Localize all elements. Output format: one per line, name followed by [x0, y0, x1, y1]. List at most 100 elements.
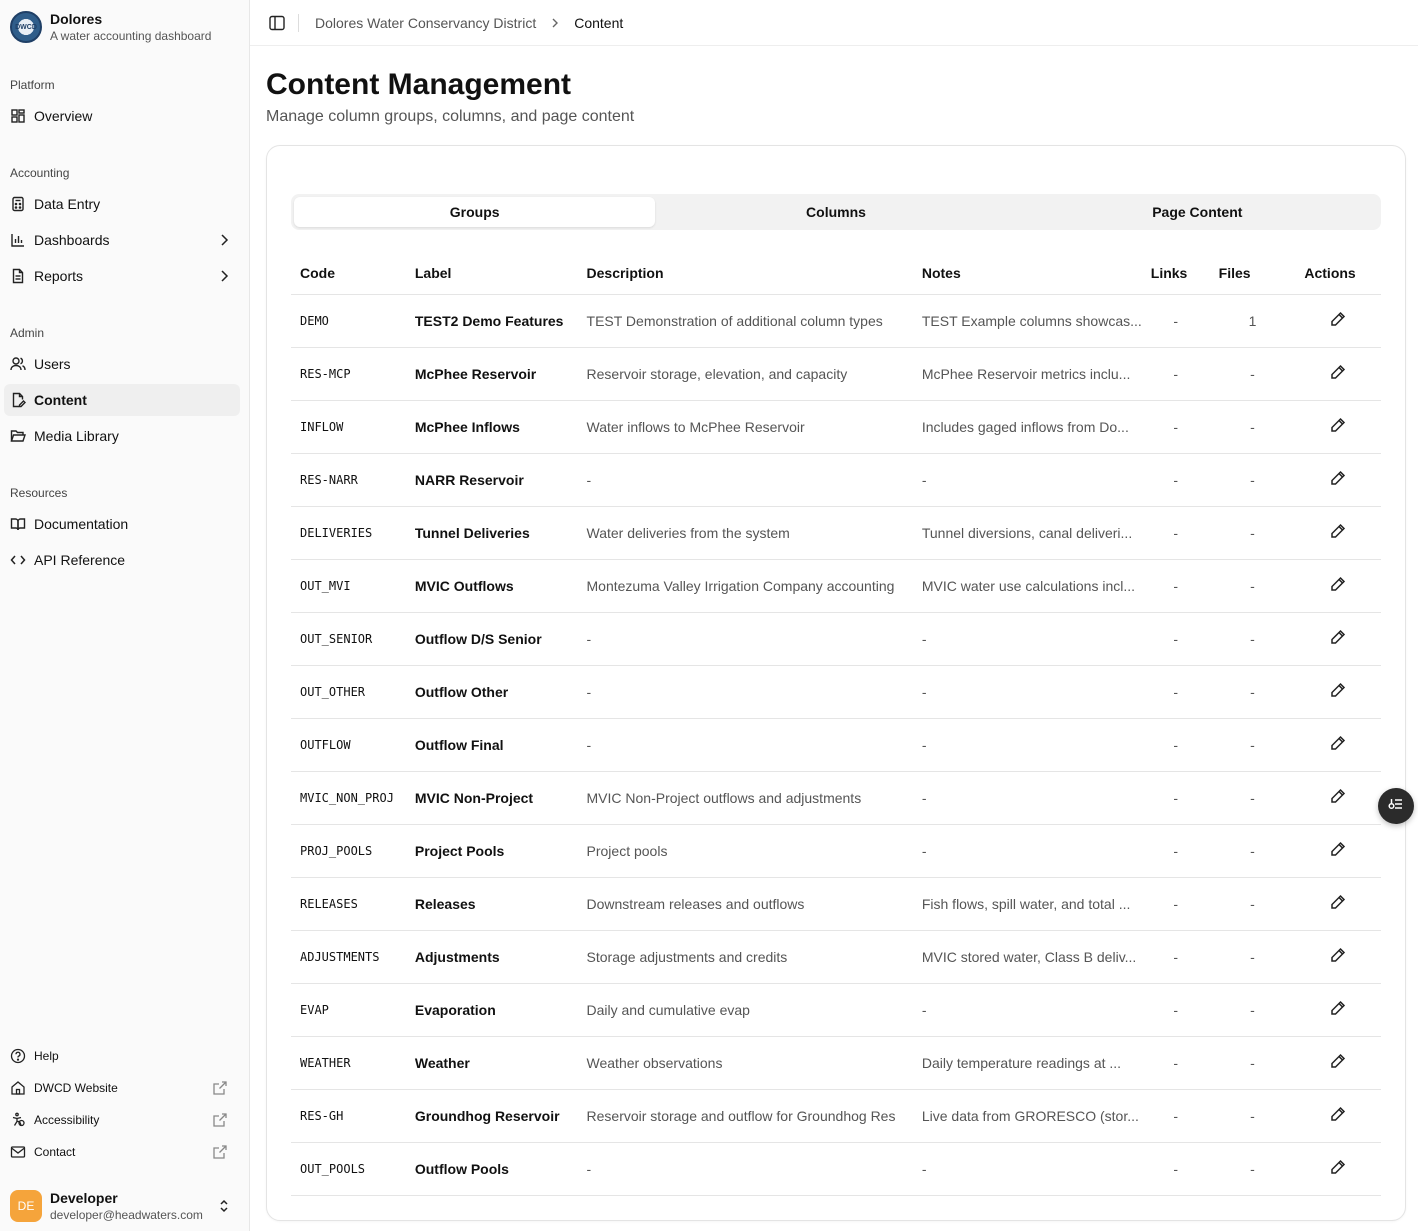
row-files: -: [1209, 665, 1296, 719]
row-label: Tunnel Deliveries: [405, 506, 578, 560]
table-row: DELIVERIES Tunnel Deliveries Water deliver…: [291, 506, 1381, 560]
breadcrumb-parent[interactable]: Dolores Water Conservancy District: [315, 15, 536, 31]
sidebar-item-reports[interactable]: Reports: [4, 260, 240, 292]
contact-label: Contact: [34, 1145, 76, 1159]
row-actions: [1295, 1142, 1381, 1196]
book-open-icon: [10, 516, 26, 532]
sidebar-contact-link[interactable]: Contact: [4, 1138, 240, 1166]
sidebar-item-media-library[interactable]: Media Library: [4, 420, 240, 452]
row-links: -: [1141, 506, 1210, 560]
row-description: MVIC Non-Project outflows and adjustment…: [577, 771, 913, 825]
sidebar-item-api-reference[interactable]: API Reference: [4, 544, 240, 576]
column-header-description[interactable]: Description: [577, 252, 913, 295]
row-notes: -: [912, 665, 1142, 719]
column-header-notes[interactable]: Notes: [912, 252, 1142, 295]
tab-columns[interactable]: Columns: [655, 197, 1016, 227]
sidebar-item-content[interactable]: Content: [4, 384, 240, 416]
column-header-code[interactable]: Code: [291, 252, 406, 295]
row-links: -: [1141, 1142, 1210, 1196]
row-description: Reservoir storage and outflow for Ground…: [577, 1089, 913, 1143]
sidebar-website-link[interactable]: DWCD Website: [4, 1074, 240, 1102]
row-notes: -: [912, 612, 1142, 666]
sidebar-item-label: Overview: [34, 108, 93, 124]
sidebar-item-users[interactable]: Users: [4, 348, 240, 380]
user-name: Developer: [50, 1190, 118, 1206]
edit-pencil-icon[interactable]: [1329, 469, 1347, 487]
row-files: -: [1209, 930, 1296, 984]
edit-pencil-icon[interactable]: [1329, 681, 1347, 699]
district-logo: DWCD: [10, 11, 42, 43]
edit-pencil-icon[interactable]: [1329, 628, 1347, 646]
external-link-icon: [212, 1080, 228, 1096]
tab-groups[interactable]: Groups: [294, 197, 656, 227]
edit-pencil-icon[interactable]: [1329, 946, 1347, 964]
edit-pencil-icon[interactable]: [1329, 999, 1347, 1017]
brand[interactable]: DWCD Dolores A water accounting dashboar…: [10, 10, 211, 44]
sidebar-item-documentation[interactable]: Documentation: [4, 508, 240, 540]
row-description: -: [577, 612, 913, 666]
content-card: Groups Columns Page Content Code Label D…: [266, 145, 1406, 1221]
row-links: -: [1141, 347, 1210, 401]
edit-pencil-icon[interactable]: [1329, 575, 1347, 593]
column-header-files[interactable]: Files: [1209, 252, 1296, 295]
row-actions: [1295, 771, 1381, 825]
row-description: Water deliveries from the system: [577, 506, 913, 560]
tab-page-content[interactable]: Page Content: [1017, 197, 1378, 227]
row-description: -: [577, 665, 913, 719]
row-files: -: [1209, 877, 1296, 931]
home-icon: [10, 1080, 26, 1096]
sidebar-item-label: Content: [34, 392, 87, 408]
calculator-icon: [10, 196, 26, 212]
floating-action-button[interactable]: [1378, 788, 1414, 824]
row-actions: [1295, 1036, 1381, 1090]
sidebar-help-link[interactable]: Help: [4, 1042, 240, 1070]
table-row: INFLOW McPhee Inflows Water inflows to McP…: [291, 400, 1381, 454]
row-actions: [1295, 665, 1381, 719]
row-files: -: [1209, 506, 1296, 560]
edit-pencil-icon[interactable]: [1329, 1158, 1347, 1176]
row-code: OUTFLOW: [291, 718, 406, 772]
edit-pencil-icon[interactable]: [1329, 734, 1347, 752]
edit-pencil-icon[interactable]: [1329, 1105, 1347, 1123]
edit-pencil-icon[interactable]: [1329, 522, 1347, 540]
table-row: PROJ_POOLS Project Pools Project pools - - -: [291, 824, 1381, 878]
row-actions: [1295, 400, 1381, 454]
row-code: RES-NARR: [291, 453, 406, 507]
sidebar-toggle-icon[interactable]: [268, 14, 286, 32]
edit-pencil-icon[interactable]: [1329, 787, 1347, 805]
row-notes: Daily temperature readings at ...: [912, 1036, 1142, 1090]
page-subtitle: Manage column groups, columns, and page …: [266, 108, 635, 125]
section-resources: Resources: [10, 486, 68, 500]
sidebar-item-label: Documentation: [34, 516, 129, 532]
edit-pencil-icon[interactable]: [1329, 893, 1347, 911]
edit-pencil-icon[interactable]: [1329, 1052, 1347, 1070]
row-files: 1: [1209, 294, 1296, 348]
user-menu[interactable]: DE Developer developer@headwaters.com: [10, 1188, 238, 1224]
table-row: OUT_OTHER Outflow Other - - - -: [291, 665, 1381, 719]
row-label: MVIC Non-Project: [405, 771, 578, 825]
row-label: Outflow Final: [405, 718, 578, 772]
row-notes: -: [912, 718, 1142, 772]
column-header-links[interactable]: Links: [1141, 252, 1210, 295]
table-row: ADJUSTMENTS Adjustments Storage adjustment…: [291, 930, 1381, 984]
table-row: OUTFLOW Outflow Final - - - -: [291, 718, 1381, 772]
row-files: -: [1209, 400, 1296, 454]
edit-pencil-icon[interactable]: [1329, 416, 1347, 434]
edit-pencil-icon[interactable]: [1329, 840, 1347, 858]
table-row: RES-MCP McPhee Reservoir Reservoir storage…: [291, 347, 1381, 401]
row-notes: Includes gaged inflows from Do...: [912, 400, 1142, 454]
edit-pencil-icon[interactable]: [1329, 363, 1347, 381]
row-links: -: [1141, 718, 1210, 772]
column-header-label[interactable]: Label: [405, 252, 578, 295]
sidebar-accessibility-link[interactable]: Accessibility: [4, 1106, 240, 1134]
row-actions: [1295, 612, 1381, 666]
table-row: OUT_SENIOR Outflow D/S Senior - - - -: [291, 612, 1381, 666]
row-links: -: [1141, 877, 1210, 931]
row-description: Water inflows to McPhee Reservoir: [577, 400, 913, 454]
sidebar-item-data-entry[interactable]: Data Entry: [4, 188, 240, 220]
edit-pencil-icon[interactable]: [1329, 310, 1347, 328]
row-code: OUT_POOLS: [291, 1142, 406, 1196]
sidebar-item-overview[interactable]: Overview: [4, 100, 240, 132]
sidebar-item-dashboards[interactable]: Dashboards: [4, 224, 240, 256]
row-notes: MVIC water use calculations incl...: [912, 559, 1142, 613]
